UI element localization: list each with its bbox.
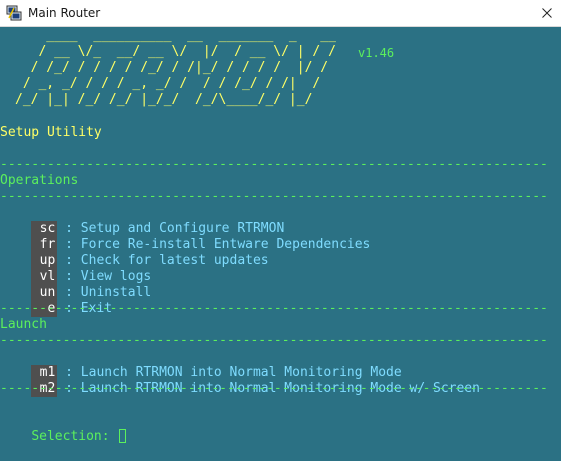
banner-line-5: /_/ |_| /_/ /_/ |_/_/ /_/\____/_/ |_/ (15, 92, 313, 107)
menu-item-un[interactable]: un : Uninstall (0, 269, 151, 301)
banner-line-4: / _, _/ / / / _, _/ / / / /_/ / /| / (15, 76, 321, 91)
menu-item-m2[interactable]: m2 : Launch RTRMON into Normal Monitorin… (0, 365, 480, 397)
divider-4: ----------------------------------------… (0, 333, 548, 348)
banner-line-3: / /_/ / / / / /_/ / /|_/ / / / / |/ / (15, 60, 329, 75)
divider-3: ----------------------------------------… (0, 301, 548, 316)
menu-item-sc[interactable]: sc : Setup and Configure RTRMON (0, 205, 284, 237)
prompt-label: Selection: (31, 429, 118, 444)
terminal-area[interactable]: ____ __________ __ _______ _ __ / __ \/_… (0, 27, 561, 445)
divider-2: ----------------------------------------… (0, 189, 548, 204)
menu-item-m1[interactable]: m1 : Launch RTRMON into Normal Monitorin… (0, 349, 402, 381)
text-cursor (119, 428, 127, 443)
menu-item-e[interactable]: e : Exit (0, 285, 112, 317)
divider-1: ----------------------------------------… (0, 157, 548, 172)
window-title: Main Router (28, 6, 101, 20)
menu-item-fr[interactable]: fr : Force Re-install Entware Dependenci… (0, 221, 370, 253)
launch-heading: Launch (0, 317, 47, 332)
window-titlebar[interactable]: Main Router (0, 0, 561, 27)
putty-icon[interactable] (6, 5, 22, 21)
subtitle: Setup Utility (0, 125, 102, 140)
divider-5: ----------------------------------------… (0, 381, 548, 396)
close-icon (542, 8, 552, 18)
version-label: v1.46 (358, 46, 395, 60)
menu-item-up[interactable]: up : Check for latest updates (0, 237, 269, 269)
menu-item-vl[interactable]: vl : View logs (0, 253, 151, 285)
banner-line-2: / __ \/_ __/ __ \/ |/ / __ \/ | / / (15, 44, 336, 59)
operations-heading: Operations (0, 173, 79, 188)
selection-prompt[interactable]: Selection: (0, 413, 127, 444)
banner-line-1: ____ __________ __ _______ _ __ (15, 28, 336, 43)
close-button[interactable] (533, 0, 561, 26)
